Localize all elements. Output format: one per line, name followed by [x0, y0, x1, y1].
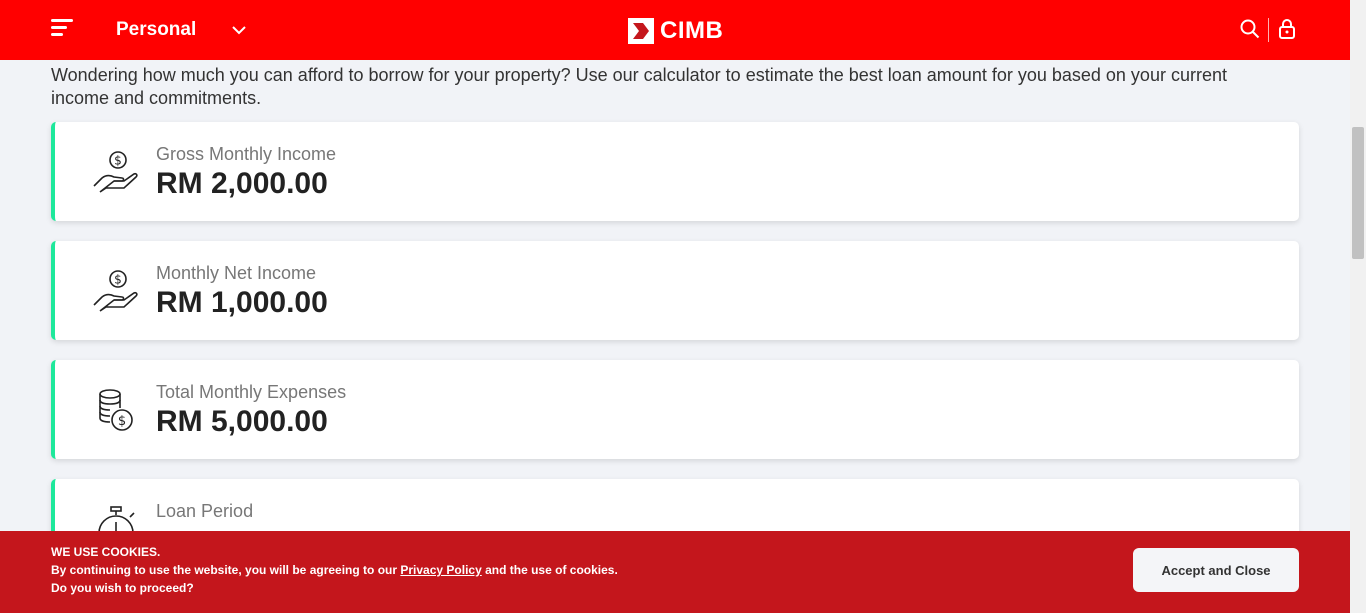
card-label: Gross Monthly Income	[156, 144, 337, 164]
card-value[interactable]: RM 5,000.00	[156, 405, 328, 439]
cookie-consent-banner: WE USE COOKIES. By continuing to use the…	[0, 531, 1350, 613]
chevron-down-icon[interactable]	[231, 22, 247, 43]
monthly-net-income-card[interactable]: $ Monthly Net Income RM 1,000.00	[51, 241, 1299, 340]
page-scrollbar-track[interactable]	[1350, 0, 1366, 613]
cookie-title: WE USE COOKIES.	[51, 545, 161, 559]
svg-text:$: $	[118, 414, 126, 429]
card-label: Loan Period	[156, 501, 254, 521]
card-label: Monthly Net Income	[156, 263, 317, 283]
calculator-intro-text: Wondering how much you can afford to bor…	[51, 65, 1227, 108]
accept-and-close-button[interactable]: Accept and Close	[1133, 548, 1299, 592]
cookie-message-start: By continuing to use the website, you wi…	[51, 563, 401, 577]
menu-icon[interactable]	[51, 19, 73, 39]
hand-coin-icon: $	[92, 267, 140, 315]
total-monthly-expenses-card[interactable]: $ Total Monthly Expenses RM 5,000.00	[51, 360, 1299, 459]
card-value[interactable]: RM 2,000.00	[156, 167, 328, 201]
gross-monthly-income-card[interactable]: $ Gross Monthly Income RM 2,000.00	[51, 122, 1299, 221]
coin-stack-icon: $	[92, 386, 140, 434]
logo-text: CIMB	[660, 17, 724, 44]
cookie-message-end: and the use of cookies.	[481, 563, 618, 577]
svg-text:$: $	[114, 154, 122, 168]
cookie-message: By continuing to use the website, you wi…	[51, 563, 618, 577]
top-navigation-bar: Personal CIMB	[0, 0, 1350, 60]
card-label: Total Monthly Expenses	[156, 382, 347, 402]
segment-selector-label[interactable]: Personal	[116, 19, 196, 41]
cimb-logo[interactable]: CIMB	[628, 17, 723, 45]
lock-icon[interactable]	[1278, 19, 1296, 44]
cookie-question: Do you wish to proceed?	[51, 581, 194, 595]
card-value[interactable]: RM 1,000.00	[156, 286, 328, 320]
privacy-policy-link[interactable]: Privacy Policy	[400, 563, 481, 577]
logo-mark-icon	[628, 18, 654, 44]
header-divider	[1268, 18, 1269, 42]
svg-text:$: $	[114, 273, 122, 287]
search-icon[interactable]	[1240, 19, 1260, 44]
page-scrollbar-thumb[interactable]	[1352, 127, 1364, 259]
hand-coin-icon: $	[92, 148, 140, 196]
